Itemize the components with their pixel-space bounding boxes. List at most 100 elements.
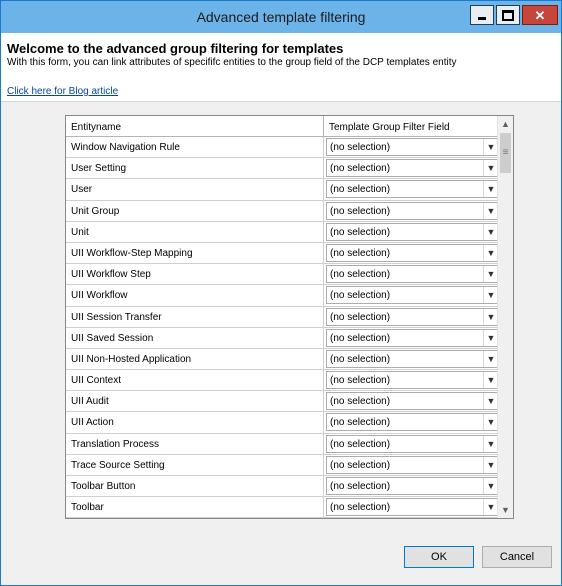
filter-field-cell: (no selection) ▼ bbox=[324, 497, 499, 517]
table-row[interactable]: Unit Group (no selection) ▼ bbox=[66, 200, 499, 222]
filter-field-cell: (no selection) ▼ bbox=[324, 349, 499, 369]
dropdown-value: (no selection) bbox=[330, 226, 391, 238]
table-row[interactable]: UII Saved Session (no selection) ▼ bbox=[66, 327, 499, 349]
filter-field-cell: (no selection) ▼ bbox=[324, 307, 499, 327]
table-row[interactable]: User (no selection) ▼ bbox=[66, 179, 499, 201]
table-row[interactable]: Trace Source Setting (no selection) ▼ bbox=[66, 454, 499, 476]
column-header-filter-field[interactable]: Template Group Filter Field bbox=[324, 116, 499, 136]
dropdown-value: (no selection) bbox=[330, 163, 391, 175]
filter-field-dropdown[interactable]: (no selection) ▼ bbox=[326, 392, 499, 411]
table-row[interactable]: UII Action (no selection) ▼ bbox=[66, 412, 499, 434]
chevron-down-icon[interactable]: ▼ bbox=[483, 435, 498, 452]
chevron-down-icon[interactable]: ▼ bbox=[483, 393, 498, 410]
filter-field-dropdown[interactable]: (no selection) ▼ bbox=[326, 498, 499, 517]
table-row[interactable]: Unit (no selection) ▼ bbox=[66, 221, 499, 243]
table-row[interactable]: UII Context (no selection) ▼ bbox=[66, 370, 499, 392]
filter-field-dropdown[interactable]: (no selection) ▼ bbox=[326, 201, 499, 220]
table-row[interactable]: Toolbar (no selection) ▼ bbox=[66, 497, 499, 518]
filter-field-dropdown[interactable]: (no selection) ▼ bbox=[326, 286, 499, 305]
filter-field-dropdown[interactable]: (no selection) ▼ bbox=[326, 455, 499, 474]
entity-name-cell[interactable]: Translation Process bbox=[66, 433, 324, 454]
scroll-down-icon[interactable]: ▼ bbox=[498, 502, 513, 518]
entity-name-cell[interactable]: UII Action bbox=[66, 412, 324, 433]
entity-name-cell[interactable]: UII Session Transfer bbox=[66, 306, 324, 327]
filter-field-dropdown[interactable]: (no selection) ▼ bbox=[326, 413, 499, 432]
ok-button[interactable]: OK bbox=[404, 546, 474, 568]
filter-field-dropdown[interactable]: (no selection) ▼ bbox=[326, 434, 499, 453]
header-divider bbox=[1, 101, 561, 102]
maximize-button[interactable] bbox=[496, 5, 520, 25]
dropdown-value: (no selection) bbox=[330, 184, 391, 196]
entity-name-cell[interactable]: UII Non-Hosted Application bbox=[66, 348, 324, 370]
filter-field-cell: (no selection) ▼ bbox=[324, 222, 499, 242]
chevron-down-icon[interactable]: ▼ bbox=[483, 244, 498, 261]
dropdown-value: (no selection) bbox=[330, 438, 391, 450]
chevron-down-icon[interactable]: ▼ bbox=[483, 308, 498, 325]
table-row[interactable]: Window Navigation Rule (no selection) ▼ bbox=[66, 137, 499, 159]
entity-name-cell[interactable]: UII Workflow bbox=[66, 285, 324, 306]
dropdown-value: (no selection) bbox=[330, 502, 391, 514]
filter-field-cell: (no selection) ▼ bbox=[324, 412, 499, 432]
entity-name-cell[interactable]: UII Workflow-Step Mapping bbox=[66, 242, 324, 264]
entity-name-cell[interactable]: UII Workflow Step bbox=[66, 264, 324, 285]
entity-name-cell[interactable]: UII Context bbox=[66, 370, 324, 391]
chevron-down-icon[interactable]: ▼ bbox=[483, 139, 498, 155]
filter-field-dropdown[interactable]: (no selection) ▼ bbox=[326, 243, 499, 262]
chevron-down-icon[interactable]: ▼ bbox=[483, 372, 498, 389]
filter-field-dropdown[interactable]: (no selection) ▼ bbox=[326, 371, 499, 390]
chevron-down-icon[interactable]: ▼ bbox=[483, 329, 498, 346]
table-row[interactable]: Translation Process (no selection) ▼ bbox=[66, 433, 499, 455]
filter-field-cell: (no selection) ▼ bbox=[324, 370, 499, 390]
filter-field-dropdown[interactable]: (no selection) ▼ bbox=[326, 307, 499, 326]
entity-name-cell[interactable]: UII Audit bbox=[66, 391, 324, 412]
dropdown-value: (no selection) bbox=[330, 290, 391, 302]
filter-field-dropdown[interactable]: (no selection) ▼ bbox=[326, 477, 499, 495]
table-row[interactable]: Toolbar Button (no selection) ▼ bbox=[66, 476, 499, 498]
entity-name-cell[interactable]: Toolbar bbox=[66, 497, 324, 518]
chevron-down-icon[interactable]: ▼ bbox=[483, 499, 498, 516]
table-row[interactable]: User Setting (no selection) ▼ bbox=[66, 158, 499, 180]
chevron-down-icon[interactable]: ▼ bbox=[483, 160, 498, 177]
chevron-down-icon[interactable]: ▼ bbox=[483, 181, 498, 198]
table-row[interactable]: UII Session Transfer (no selection) ▼ bbox=[66, 306, 499, 328]
entity-name-cell[interactable]: Unit Group bbox=[66, 200, 324, 221]
scroll-up-icon[interactable]: ▲ bbox=[498, 116, 513, 132]
scroll-thumb[interactable]: ≡ bbox=[500, 133, 511, 173]
table-row[interactable]: UII Non-Hosted Application (no selection)… bbox=[66, 348, 499, 371]
entity-name-cell[interactable]: User Setting bbox=[66, 158, 324, 179]
grip-icon: ≡ bbox=[502, 147, 509, 158]
entity-name-cell[interactable]: Trace Source Setting bbox=[66, 454, 324, 475]
chevron-down-icon[interactable]: ▼ bbox=[483, 202, 498, 219]
chevron-down-icon[interactable]: ▼ bbox=[483, 350, 498, 367]
entity-name-cell[interactable]: Window Navigation Rule bbox=[66, 137, 324, 158]
filter-field-cell: (no selection) ▼ bbox=[324, 179, 499, 199]
entity-name-cell[interactable]: User bbox=[66, 179, 324, 200]
title-bar[interactable]: Advanced template filtering ✕ bbox=[1, 1, 561, 33]
column-header-entityname[interactable]: Entityname bbox=[66, 116, 324, 136]
table-row[interactable]: UII Workflow-Step Mapping (no selection) ▼ bbox=[66, 242, 499, 265]
chevron-down-icon[interactable]: ▼ bbox=[483, 414, 498, 431]
chevron-down-icon[interactable]: ▼ bbox=[483, 223, 498, 240]
entity-name-cell[interactable]: UII Saved Session bbox=[66, 327, 324, 348]
blog-article-link[interactable]: Click here for Blog article bbox=[7, 86, 118, 97]
filter-field-dropdown[interactable]: (no selection) ▼ bbox=[326, 180, 499, 199]
filter-field-dropdown[interactable]: (no selection) ▼ bbox=[326, 328, 499, 347]
filter-field-dropdown[interactable]: (no selection) ▼ bbox=[326, 349, 499, 368]
vertical-scrollbar[interactable]: ▲ ≡ ▼ bbox=[497, 116, 513, 518]
chevron-down-icon[interactable]: ▼ bbox=[483, 478, 498, 494]
entity-name-cell[interactable]: Unit bbox=[66, 221, 324, 242]
filter-field-dropdown[interactable]: (no selection) ▼ bbox=[326, 222, 499, 241]
filter-field-dropdown[interactable]: (no selection) ▼ bbox=[326, 159, 499, 178]
chevron-down-icon[interactable]: ▼ bbox=[483, 456, 498, 473]
filter-field-dropdown[interactable]: (no selection) ▼ bbox=[326, 138, 499, 156]
cancel-button[interactable]: Cancel bbox=[482, 546, 552, 568]
table-row[interactable]: UII Workflow Step (no selection) ▼ bbox=[66, 264, 499, 286]
close-button[interactable]: ✕ bbox=[522, 5, 558, 25]
filter-field-dropdown[interactable]: (no selection) ▼ bbox=[326, 265, 499, 284]
chevron-down-icon[interactable]: ▼ bbox=[483, 266, 498, 283]
minimize-button[interactable] bbox=[470, 5, 494, 25]
table-row[interactable]: UII Workflow (no selection) ▼ bbox=[66, 285, 499, 307]
chevron-down-icon[interactable]: ▼ bbox=[483, 287, 498, 304]
entity-name-cell[interactable]: Toolbar Button bbox=[66, 476, 324, 497]
table-row[interactable]: UII Audit (no selection) ▼ bbox=[66, 391, 499, 413]
